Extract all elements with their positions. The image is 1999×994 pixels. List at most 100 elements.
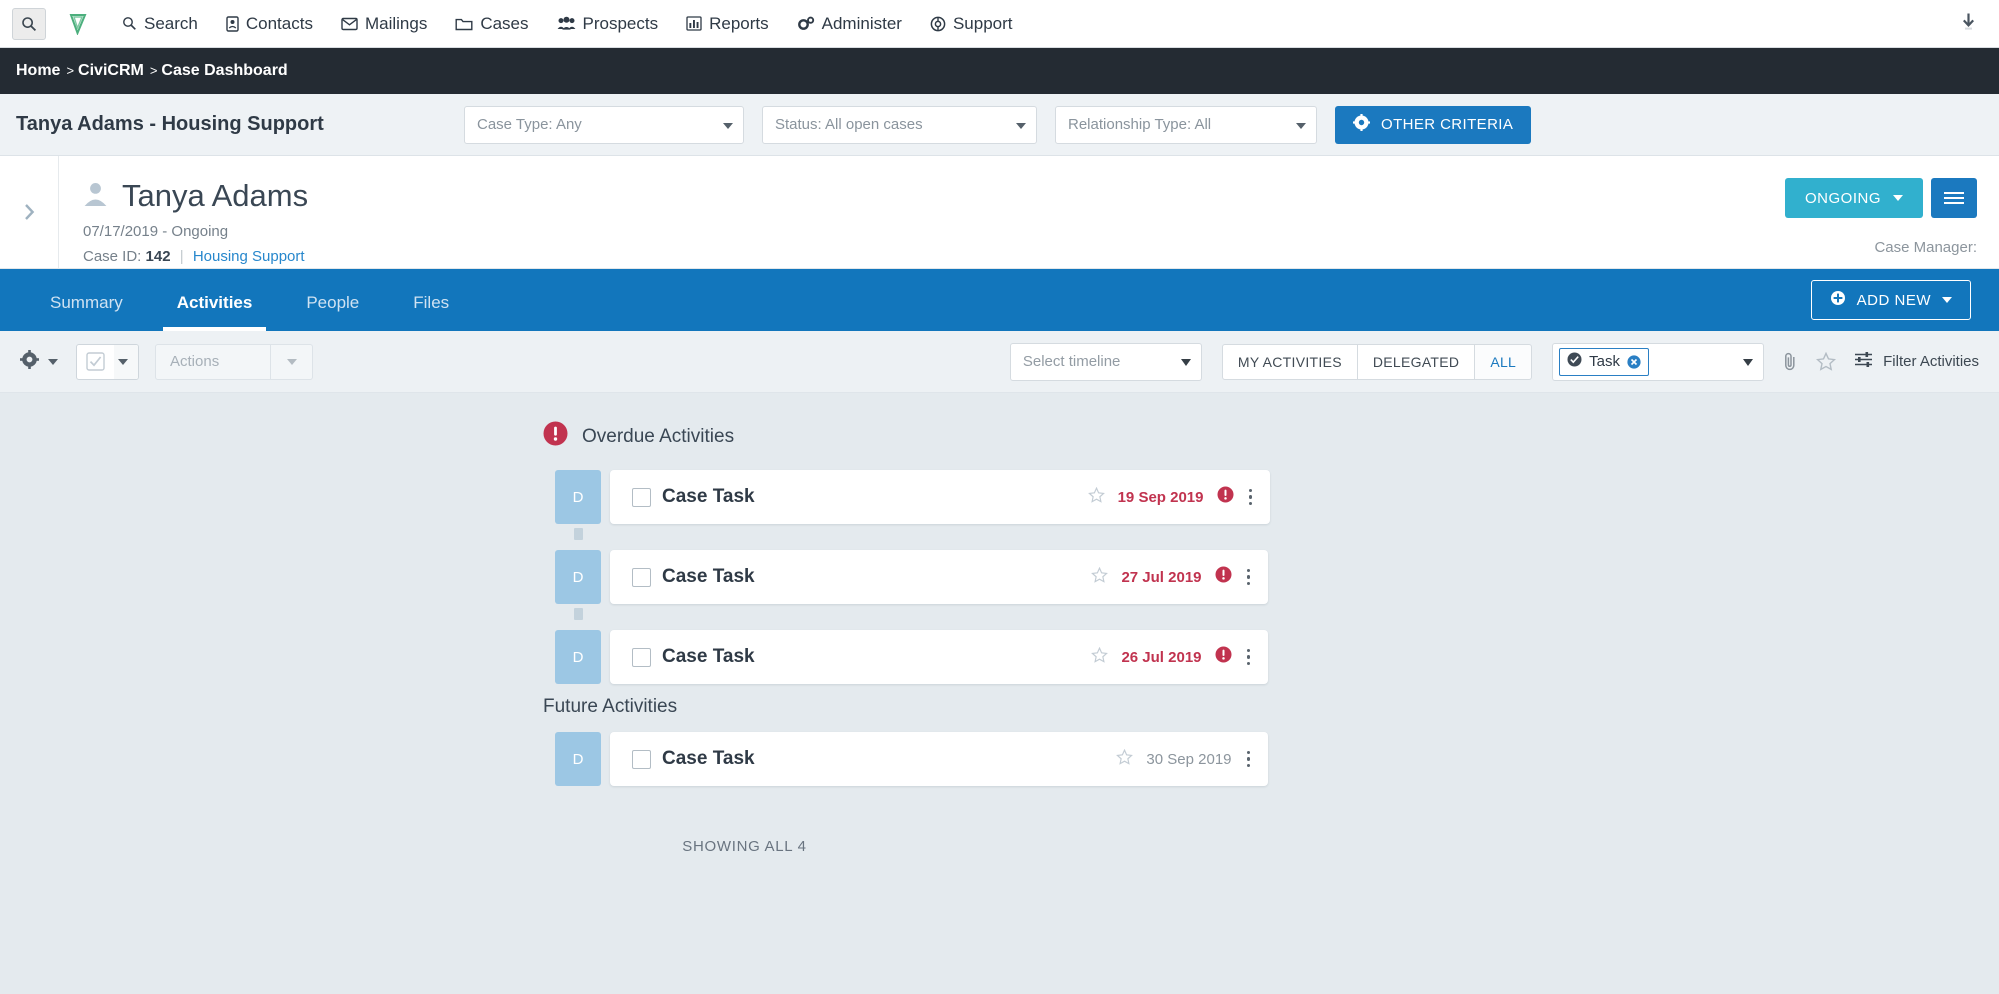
timeline-select[interactable]: Select timeline [1009,342,1202,381]
nav-item-label: Contacts [245,13,313,33]
activity-scope-segmented-control: MY ACTIVITIES DELEGATED ALL [1221,343,1533,380]
page-title: Tanya Adams - Housing Support [16,113,324,135]
search-icon [22,16,37,31]
activity-card[interactable]: Case Task 19 Sep 2019 [610,470,1270,524]
tab-people[interactable]: People [292,293,373,331]
other-criteria-button[interactable]: OTHER CRITERIA [1335,105,1532,144]
lifebuoy-icon [930,16,946,32]
star-outline-icon[interactable] [1116,748,1134,770]
relationship-type-select[interactable]: Relationship Type: All [1055,105,1317,144]
activity-tag[interactable]: D [555,470,601,524]
close-circle-icon[interactable] [1627,354,1641,369]
nav-item-reports[interactable]: Reports [672,0,783,48]
civicrm-logo-icon[interactable] [60,13,96,35]
activity-row: D Case Task 27 Jul 2019 [555,550,1999,620]
nav-item-label: Mailings [364,13,428,33]
activity-checkbox[interactable] [632,567,651,587]
activity-due-date: 19 Sep 2019 [1117,488,1204,506]
case-type-link[interactable]: Housing Support [193,248,305,265]
nav-item-label: Prospects [582,13,659,33]
activity-menu-button[interactable] [1247,488,1255,506]
add-new-label: ADD NEW [1856,291,1931,309]
actions-label: Actions [155,343,271,380]
case-type-select[interactable]: Case Type: Any [464,105,744,144]
activity-title[interactable]: Case Task [662,748,755,770]
breadcrumb-item-case-dashboard[interactable]: Case Dashboard [161,62,287,80]
activity-checkbox[interactable] [632,647,651,667]
chevron-down-icon [1893,195,1903,201]
breadcrumb-item-home[interactable]: Home [16,62,60,80]
activity-due-date: 30 Sep 2019 [1146,750,1232,768]
status-select-value: Status: All open cases [775,116,923,133]
add-new-button[interactable]: ADD NEW [1810,280,1971,320]
other-criteria-label: OTHER CRITERIA [1381,116,1514,133]
activities-toolbar-right: Select timeline MY ACTIVITIES DELEGATED … [1009,342,1979,381]
activities-count-label: SHOWING ALL 4 [682,838,807,855]
nav-item-label: Cases [480,13,529,33]
activity-title[interactable]: Case Task [662,646,755,668]
activity-card[interactable]: Case Task 27 Jul 2019 [610,550,1268,604]
actions-caret-button[interactable] [271,343,313,380]
actions-dropdown[interactable]: Actions [155,343,313,380]
activity-type-filter[interactable]: Task [1552,342,1765,381]
activity-tag[interactable]: D [555,630,601,684]
segment-delegated[interactable]: DELEGATED [1356,343,1476,380]
nav-item-support[interactable]: Support [916,0,1027,48]
section-header-future: Future Activities [543,696,1999,718]
nav-item-mailings[interactable]: Mailings [327,0,441,48]
activity-checkbox[interactable] [632,749,651,769]
filter-chip-task[interactable]: Task [1559,347,1649,376]
case-id-divider: | [179,248,184,265]
download-icon[interactable] [1960,12,1977,36]
activity-title[interactable]: Case Task [662,486,755,508]
activity-title[interactable]: Case Task [662,566,755,588]
tab-activities[interactable]: Activities [162,293,267,331]
star-filter-button[interactable] [1816,352,1837,371]
chevron-down-icon [1016,122,1026,129]
star-outline-icon[interactable] [1091,646,1109,668]
quick-search-button[interactable] [12,7,46,40]
case-person: Tanya Adams [83,178,1975,214]
activity-tag[interactable]: D [555,732,601,786]
case-menu-button[interactable] [1931,178,1977,218]
case-id-row: Case ID: 142 | Housing Support [83,248,1975,265]
status-select[interactable]: Status: All open cases [762,105,1037,144]
activity-card[interactable]: Case Task 26 Jul 2019 [610,630,1268,684]
chevron-down-icon [1296,122,1306,129]
activity-menu-button[interactable] [1245,568,1253,586]
activity-menu-button[interactable] [1245,750,1253,768]
activity-tag-group: D [555,732,601,786]
case-status-button[interactable]: ONGOING [1784,178,1923,218]
select-all-dropdown[interactable] [76,343,139,380]
star-outline-icon[interactable] [1087,486,1105,508]
tab-summary[interactable]: Summary [36,293,137,331]
select-all-caret[interactable] [114,344,138,379]
activities-settings-button[interactable] [20,349,58,374]
attachment-filter-button[interactable] [1782,352,1798,371]
activity-menu-button[interactable] [1245,648,1253,666]
activity-row: D Case Task 30 Sep 2019 [555,732,1999,786]
activity-checkbox[interactable] [632,487,651,507]
sidebar-expand-toggle[interactable] [0,156,59,268]
activity-card-left: Case Task [632,646,755,668]
folder-icon [455,17,473,31]
filter-activities-button[interactable]: Filter Activities [1854,351,1979,372]
nav-item-contacts[interactable]: Contacts [212,0,327,48]
nav-item-label: Administer [821,13,902,33]
activity-card[interactable]: Case Task 30 Sep 2019 [610,732,1268,786]
breadcrumb-item-civicrm[interactable]: CiviCRM [78,62,144,80]
paperclip-icon [1785,352,1795,371]
case-contact-name[interactable]: Tanya Adams [122,178,308,214]
nav-item-search[interactable]: Search [108,0,212,48]
chevron-down-icon [1743,358,1754,366]
nav-item-cases[interactable]: Cases [441,0,542,48]
star-outline-icon[interactable] [1091,566,1109,588]
contacts-icon [226,15,239,32]
nav-item-administer[interactable]: Administer [783,0,916,48]
segment-my-activities[interactable]: MY ACTIVITIES [1221,343,1358,380]
filter-chip-label: Task [1589,353,1620,370]
nav-item-prospects[interactable]: Prospects [543,0,673,48]
segment-all[interactable]: ALL [1474,343,1533,380]
activity-tag[interactable]: D [555,550,601,604]
tab-files[interactable]: Files [399,293,463,331]
